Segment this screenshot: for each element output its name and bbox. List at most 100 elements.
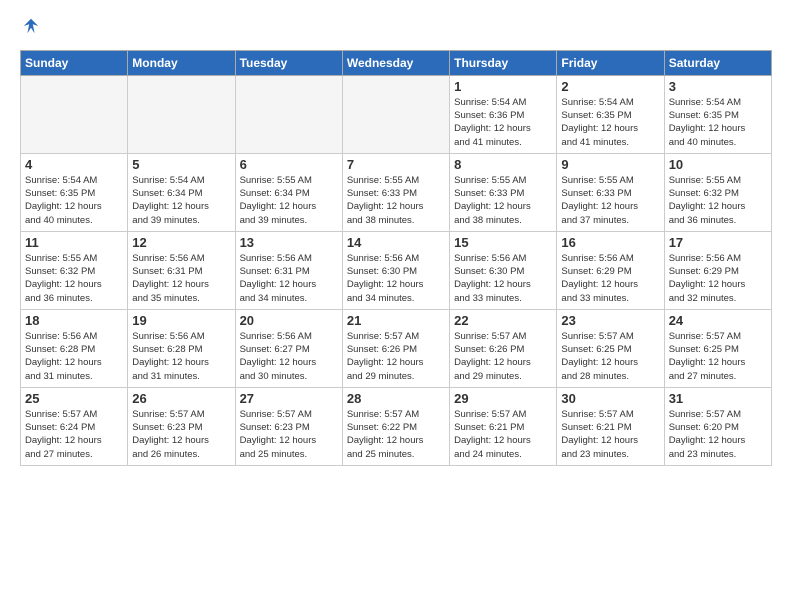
logo [20, 20, 40, 40]
day-info: Sunrise: 5:56 AM Sunset: 6:28 PM Dayligh… [25, 330, 123, 383]
calendar-cell: 13 Sunrise: 5:56 AM Sunset: 6:31 PM Dayli… [235, 231, 342, 309]
calendar-week-3: 11 Sunrise: 5:55 AM Sunset: 6:32 PM Dayli… [21, 231, 772, 309]
calendar-cell: 29 Sunrise: 5:57 AM Sunset: 6:21 PM Dayli… [450, 387, 557, 465]
day-info: Sunrise: 5:56 AM Sunset: 6:31 PM Dayligh… [240, 252, 338, 305]
weekday-header-saturday: Saturday [664, 50, 771, 75]
day-info: Sunrise: 5:56 AM Sunset: 6:31 PM Dayligh… [132, 252, 230, 305]
calendar-cell: 25 Sunrise: 5:57 AM Sunset: 6:24 PM Dayli… [21, 387, 128, 465]
calendar-cell: 23 Sunrise: 5:57 AM Sunset: 6:25 PM Dayli… [557, 309, 664, 387]
day-number: 23 [561, 313, 659, 328]
calendar-week-1: 1 Sunrise: 5:54 AM Sunset: 6:36 PM Daylig… [21, 75, 772, 153]
calendar-cell [128, 75, 235, 153]
day-info: Sunrise: 5:57 AM Sunset: 6:22 PM Dayligh… [347, 408, 445, 461]
day-info: Sunrise: 5:54 AM Sunset: 6:34 PM Dayligh… [132, 174, 230, 227]
day-info: Sunrise: 5:54 AM Sunset: 6:35 PM Dayligh… [561, 96, 659, 149]
calendar-cell: 12Sunrise: 5:56 AM Sunset: 6:31 PM Dayli… [128, 231, 235, 309]
day-number: 31 [669, 391, 767, 406]
calendar-cell: 14 Sunrise: 5:56 AM Sunset: 6:30 PM Dayli… [342, 231, 449, 309]
logo-text [20, 20, 40, 40]
calendar-week-5: 25 Sunrise: 5:57 AM Sunset: 6:24 PM Dayli… [21, 387, 772, 465]
day-info: Sunrise: 5:54 AM Sunset: 6:36 PM Dayligh… [454, 96, 552, 149]
calendar-cell: 31 Sunrise: 5:57 AM Sunset: 6:20 PM Dayli… [664, 387, 771, 465]
day-number: 18 [25, 313, 123, 328]
day-info: Sunrise: 5:56 AM Sunset: 6:27 PM Dayligh… [240, 330, 338, 383]
day-number: 24 [669, 313, 767, 328]
day-number: 27 [240, 391, 338, 406]
day-info: Sunrise: 5:55 AM Sunset: 6:32 PM Dayligh… [669, 174, 767, 227]
day-info: Sunrise: 5:56 AM Sunset: 6:28 PM Dayligh… [132, 330, 230, 383]
weekday-header-friday: Friday [557, 50, 664, 75]
calendar-cell: 16Sunrise: 5:56 AM Sunset: 6:29 PM Dayli… [557, 231, 664, 309]
day-number: 8 [454, 157, 552, 172]
weekday-header-tuesday: Tuesday [235, 50, 342, 75]
day-number: 5 [132, 157, 230, 172]
day-number: 19 [132, 313, 230, 328]
day-info: Sunrise: 5:57 AM Sunset: 6:24 PM Dayligh… [25, 408, 123, 461]
day-number: 29 [454, 391, 552, 406]
calendar-cell: 26 Sunrise: 5:57 AM Sunset: 6:23 PM Dayli… [128, 387, 235, 465]
day-info: Sunrise: 5:54 AM Sunset: 6:35 PM Dayligh… [25, 174, 123, 227]
day-number: 1 [454, 79, 552, 94]
calendar-cell: 20 Sunrise: 5:56 AM Sunset: 6:27 PM Dayli… [235, 309, 342, 387]
day-info: Sunrise: 5:55 AM Sunset: 6:34 PM Dayligh… [240, 174, 338, 227]
calendar-cell: 4Sunrise: 5:54 AM Sunset: 6:35 PM Daylig… [21, 153, 128, 231]
calendar-cell: 22 Sunrise: 5:57 AM Sunset: 6:26 PM Dayli… [450, 309, 557, 387]
day-number: 30 [561, 391, 659, 406]
day-number: 26 [132, 391, 230, 406]
calendar-cell: 30Sunrise: 5:57 AM Sunset: 6:21 PM Dayli… [557, 387, 664, 465]
calendar-cell: 27 Sunrise: 5:57 AM Sunset: 6:23 PM Dayli… [235, 387, 342, 465]
day-number: 3 [669, 79, 767, 94]
calendar-cell: 1 Sunrise: 5:54 AM Sunset: 6:36 PM Daylig… [450, 75, 557, 153]
calendar-cell: 21 Sunrise: 5:57 AM Sunset: 6:26 PM Dayli… [342, 309, 449, 387]
logo-bird-icon [22, 17, 40, 35]
day-number: 25 [25, 391, 123, 406]
day-number: 13 [240, 235, 338, 250]
calendar-cell: 15 Sunrise: 5:56 AM Sunset: 6:30 PM Dayli… [450, 231, 557, 309]
day-number: 22 [454, 313, 552, 328]
day-info: Sunrise: 5:56 AM Sunset: 6:30 PM Dayligh… [347, 252, 445, 305]
day-number: 6 [240, 157, 338, 172]
day-number: 17 [669, 235, 767, 250]
weekday-header-sunday: Sunday [21, 50, 128, 75]
calendar-table: SundayMondayTuesdayWednesdayThursdayFrid… [20, 50, 772, 466]
day-info: Sunrise: 5:55 AM Sunset: 6:33 PM Dayligh… [561, 174, 659, 227]
calendar-cell: 24 Sunrise: 5:57 AM Sunset: 6:25 PM Dayli… [664, 309, 771, 387]
day-info: Sunrise: 5:55 AM Sunset: 6:33 PM Dayligh… [347, 174, 445, 227]
calendar-cell: 5 Sunrise: 5:54 AM Sunset: 6:34 PM Daylig… [128, 153, 235, 231]
day-number: 11 [25, 235, 123, 250]
day-info: Sunrise: 5:56 AM Sunset: 6:30 PM Dayligh… [454, 252, 552, 305]
day-info: Sunrise: 5:57 AM Sunset: 6:23 PM Dayligh… [132, 408, 230, 461]
weekday-header-wednesday: Wednesday [342, 50, 449, 75]
calendar-cell: 3Sunrise: 5:54 AM Sunset: 6:35 PM Daylig… [664, 75, 771, 153]
calendar-cell [21, 75, 128, 153]
day-info: Sunrise: 5:57 AM Sunset: 6:26 PM Dayligh… [347, 330, 445, 383]
day-info: Sunrise: 5:57 AM Sunset: 6:23 PM Dayligh… [240, 408, 338, 461]
day-info: Sunrise: 5:56 AM Sunset: 6:29 PM Dayligh… [561, 252, 659, 305]
day-info: Sunrise: 5:57 AM Sunset: 6:20 PM Dayligh… [669, 408, 767, 461]
calendar-cell: 2 Sunrise: 5:54 AM Sunset: 6:35 PM Daylig… [557, 75, 664, 153]
calendar-week-2: 4Sunrise: 5:54 AM Sunset: 6:35 PM Daylig… [21, 153, 772, 231]
header [20, 20, 772, 40]
calendar-cell: 11 Sunrise: 5:55 AM Sunset: 6:32 PM Dayli… [21, 231, 128, 309]
calendar-cell: 19 Sunrise: 5:56 AM Sunset: 6:28 PM Dayli… [128, 309, 235, 387]
calendar-cell [235, 75, 342, 153]
calendar-cell [342, 75, 449, 153]
day-number: 15 [454, 235, 552, 250]
day-number: 21 [347, 313, 445, 328]
day-number: 9 [561, 157, 659, 172]
day-number: 20 [240, 313, 338, 328]
day-info: Sunrise: 5:57 AM Sunset: 6:25 PM Dayligh… [561, 330, 659, 383]
day-info: Sunrise: 5:57 AM Sunset: 6:25 PM Dayligh… [669, 330, 767, 383]
day-number: 2 [561, 79, 659, 94]
day-number: 14 [347, 235, 445, 250]
day-info: Sunrise: 5:55 AM Sunset: 6:32 PM Dayligh… [25, 252, 123, 305]
day-info: Sunrise: 5:57 AM Sunset: 6:26 PM Dayligh… [454, 330, 552, 383]
day-info: Sunrise: 5:57 AM Sunset: 6:21 PM Dayligh… [454, 408, 552, 461]
day-number: 10 [669, 157, 767, 172]
calendar-cell: 6 Sunrise: 5:55 AM Sunset: 6:34 PM Daylig… [235, 153, 342, 231]
calendar-week-4: 18 Sunrise: 5:56 AM Sunset: 6:28 PM Dayli… [21, 309, 772, 387]
day-info: Sunrise: 5:55 AM Sunset: 6:33 PM Dayligh… [454, 174, 552, 227]
calendar-cell: 10 Sunrise: 5:55 AM Sunset: 6:32 PM Dayli… [664, 153, 771, 231]
weekday-header-thursday: Thursday [450, 50, 557, 75]
weekday-header-monday: Monday [128, 50, 235, 75]
